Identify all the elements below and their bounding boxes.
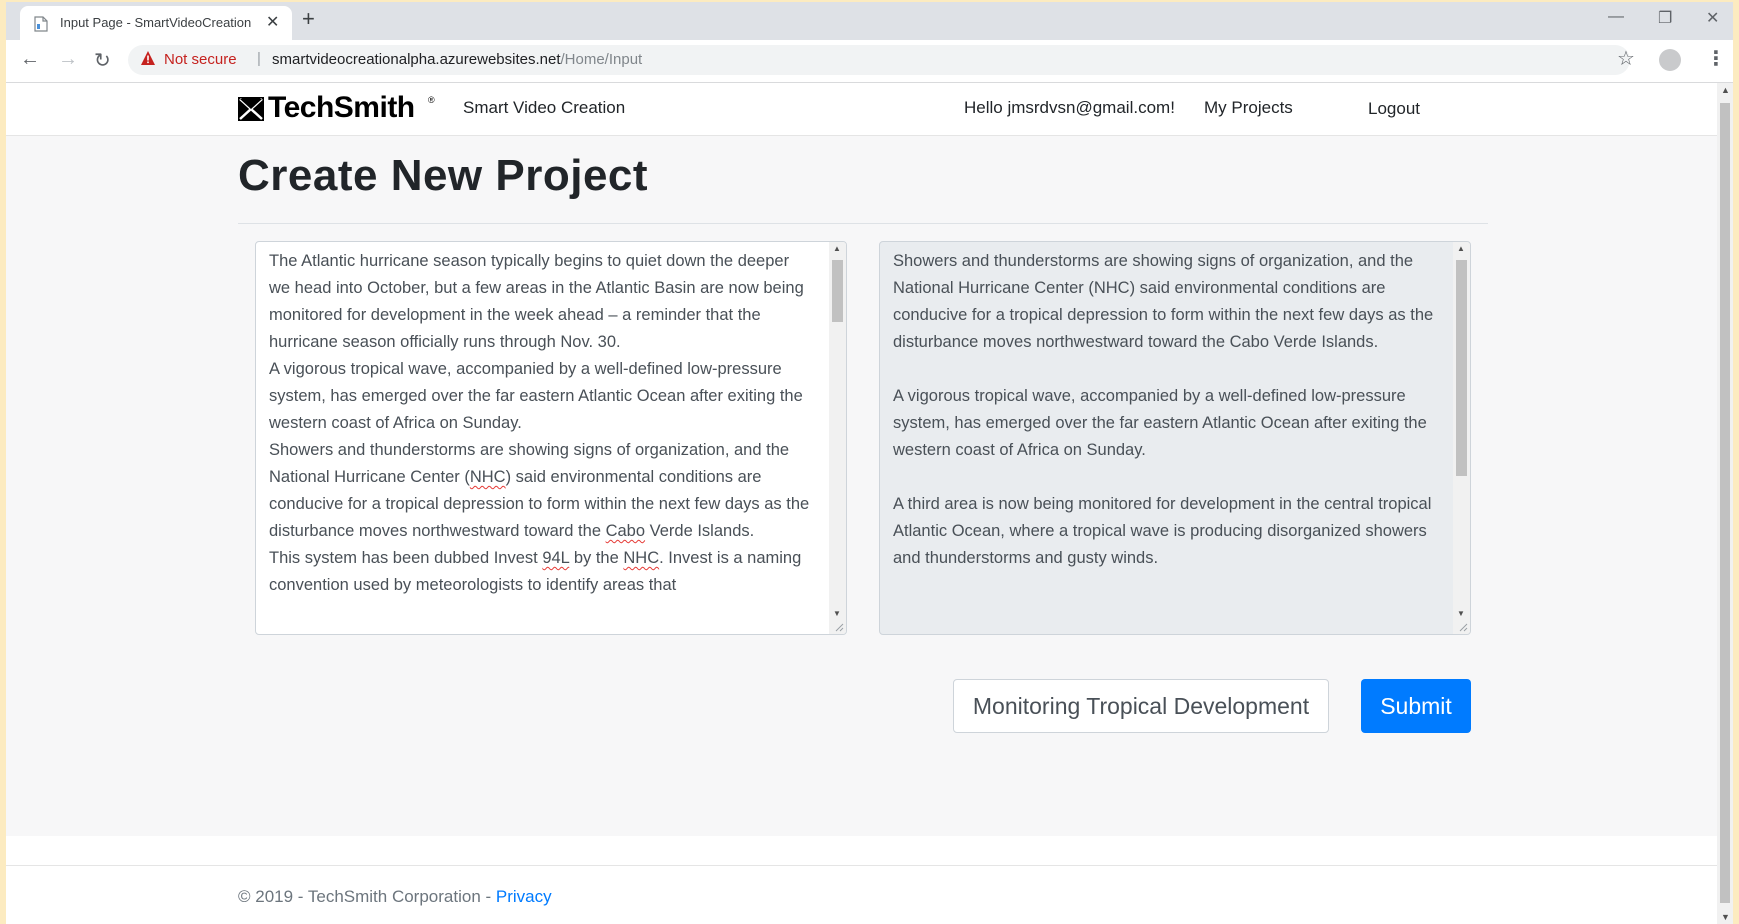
scroll-down-icon[interactable]: ▼ bbox=[1721, 912, 1730, 922]
back-icon[interactable]: ← bbox=[20, 48, 40, 71]
input-paragraph: Showers and thunderstorms are showing si… bbox=[269, 437, 814, 545]
my-projects-link[interactable]: My Projects bbox=[1204, 98, 1293, 118]
textarea-scrollbar[interactable]: ▲ ▼ bbox=[1453, 242, 1470, 634]
url-host: smartvideocreationalpha.azurewebsites.ne… bbox=[272, 51, 561, 68]
browser-window: Input Page - SmartVideoCreation ✕ + — ❐ … bbox=[6, 2, 1733, 924]
close-tab-icon[interactable]: ✕ bbox=[266, 12, 279, 32]
url-text[interactable]: smartvideocreationalpha.azurewebsites.ne… bbox=[272, 51, 642, 68]
submit-button[interactable]: Submit bbox=[1361, 679, 1471, 733]
summary-paragraph: A third area is now being monitored for … bbox=[893, 495, 1432, 567]
scroll-thumb[interactable] bbox=[832, 260, 843, 322]
url-path: /Home/Input bbox=[560, 51, 643, 68]
spellcheck-word: NHC bbox=[623, 549, 660, 567]
article-input-textarea[interactable]: The Atlantic hurricane season typically … bbox=[255, 241, 847, 635]
text-run: Verde Islands. bbox=[645, 522, 755, 540]
tab-title: Input Page - SmartVideoCreation bbox=[60, 15, 252, 30]
divider bbox=[238, 223, 1488, 224]
spellcheck-word: NHC bbox=[469, 468, 506, 486]
bookmark-star-icon[interactable]: ☆ bbox=[1617, 46, 1635, 71]
url-separator: | bbox=[257, 50, 261, 67]
project-title-field[interactable]: Monitoring Tropical Development bbox=[953, 679, 1329, 733]
input-paragraph: This system has been dubbed Invest 94L b… bbox=[269, 545, 814, 599]
scroll-down-icon[interactable]: ▼ bbox=[833, 609, 841, 618]
text-run: by the bbox=[569, 549, 624, 567]
input-paragraph: A vigorous tropical wave, accompanied by… bbox=[269, 360, 803, 432]
logout-link[interactable]: Logout bbox=[1368, 99, 1420, 119]
logo-text: TechSmith bbox=[268, 91, 415, 124]
scroll-up-icon[interactable]: ▲ bbox=[1721, 85, 1730, 95]
summary-paragraph: Showers and thunderstorms are showing si… bbox=[893, 252, 1434, 351]
resize-grip-icon[interactable] bbox=[832, 620, 844, 632]
user-greeting[interactable]: Hello jmsrdvsn@gmail.com! bbox=[964, 98, 1175, 118]
summary-textarea[interactable]: Showers and thunderstorms are showing si… bbox=[879, 241, 1471, 635]
page-scroll-thumb[interactable] bbox=[1720, 103, 1730, 903]
registered-mark: ® bbox=[428, 95, 435, 105]
minimize-icon[interactable]: — bbox=[1608, 8, 1624, 26]
copyright-text: © 2019 - TechSmith Corporation - bbox=[238, 887, 496, 906]
scroll-up-icon[interactable]: ▲ bbox=[833, 244, 841, 253]
page-icon bbox=[34, 16, 48, 32]
scroll-thumb[interactable] bbox=[1456, 260, 1467, 476]
restore-icon[interactable]: ❐ bbox=[1658, 8, 1672, 28]
privacy-link[interactable]: Privacy bbox=[496, 887, 552, 906]
techsmith-logo-icon bbox=[238, 97, 264, 121]
input-paragraph: The Atlantic hurricane season typically … bbox=[269, 252, 804, 351]
site-navbar: TechSmith ® Smart Video Creation Hello j… bbox=[6, 83, 1717, 136]
summary-text: Showers and thunderstorms are showing si… bbox=[893, 248, 1438, 599]
reload-icon[interactable]: ↻ bbox=[94, 48, 111, 73]
text-run: This system has been dubbed Invest bbox=[269, 549, 543, 567]
browser-toolbar: ← → ↻ Not secure | smartvideocreationalp… bbox=[6, 40, 1733, 83]
address-bar[interactable]: Not secure | smartvideocreationalpha.azu… bbox=[128, 45, 1630, 75]
footer-text: © 2019 - TechSmith Corporation - Privacy bbox=[238, 887, 552, 907]
page-scrollbar[interactable]: ▲ ▼ bbox=[1717, 83, 1733, 924]
tab-strip: Input Page - SmartVideoCreation ✕ + — ❐ … bbox=[6, 2, 1733, 40]
brand-link[interactable]: Smart Video Creation bbox=[463, 98, 625, 118]
summary-paragraph: A vigorous tropical wave, accompanied by… bbox=[893, 387, 1427, 459]
site-footer: © 2019 - TechSmith Corporation - Privacy bbox=[6, 865, 1717, 924]
warning-icon bbox=[141, 51, 155, 65]
scroll-down-icon[interactable]: ▼ bbox=[1457, 609, 1465, 618]
not-secure-label[interactable]: Not secure bbox=[164, 51, 237, 68]
scroll-up-icon[interactable]: ▲ bbox=[1457, 244, 1465, 253]
forward-icon[interactable]: → bbox=[58, 48, 78, 71]
article-input-text: The Atlantic hurricane season typically … bbox=[269, 248, 814, 599]
spellcheck-word: Cabo bbox=[605, 522, 646, 540]
textarea-scrollbar[interactable]: ▲ ▼ bbox=[829, 242, 846, 634]
close-window-icon[interactable]: ✕ bbox=[1706, 8, 1719, 28]
spellcheck-word: 94L bbox=[542, 549, 570, 567]
web-page: TechSmith ® Smart Video Creation Hello j… bbox=[6, 83, 1717, 924]
browser-menu-icon[interactable]: ⋮ bbox=[1706, 46, 1726, 71]
browser-tab[interactable]: Input Page - SmartVideoCreation ✕ bbox=[20, 6, 292, 40]
page-title: Create New Project bbox=[238, 151, 649, 200]
profile-avatar-icon[interactable] bbox=[1659, 49, 1681, 71]
new-tab-icon[interactable]: + bbox=[302, 6, 315, 32]
resize-grip-icon[interactable] bbox=[1456, 620, 1468, 632]
